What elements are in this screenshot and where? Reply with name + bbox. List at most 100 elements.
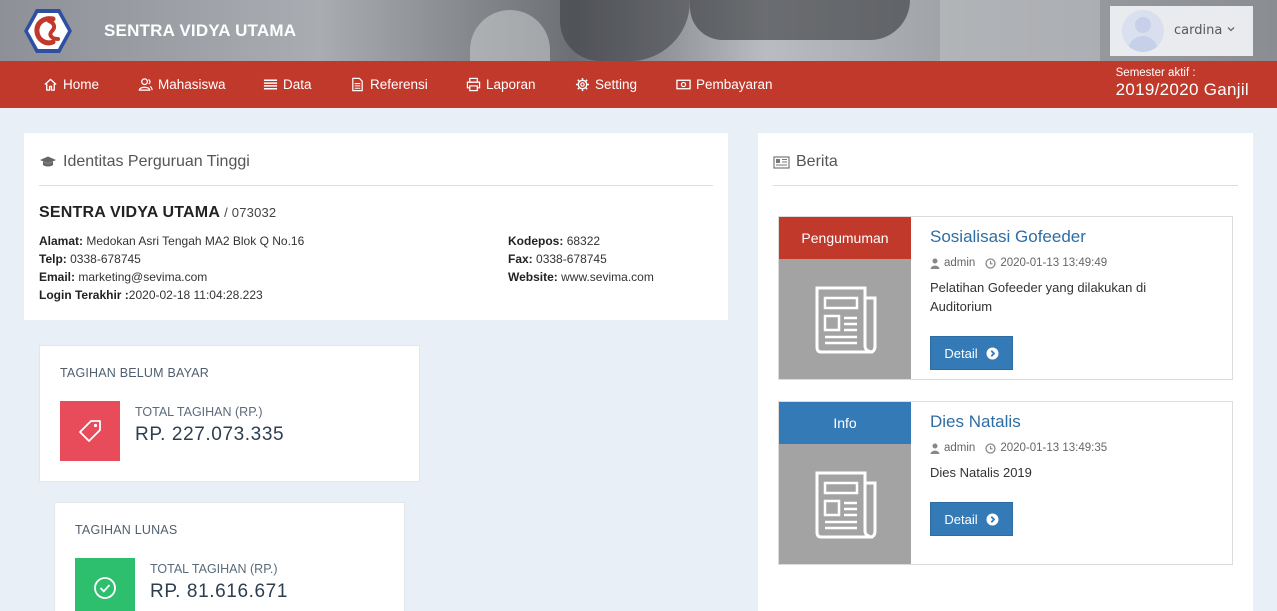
nav-mahasiswa[interactable]: Mahasiswa [138,61,226,108]
money-icon [676,79,691,90]
detail-button-label: Detail [944,511,978,527]
nav-setting[interactable]: Setting [575,61,637,108]
divider [39,185,713,186]
nav-pembayaran[interactable]: Pembayaran [676,61,773,108]
tagihan-belum-title: TAGIHAN BELUM BAYAR [60,366,209,380]
news-category: Info [779,402,911,444]
news-description: Pelatihan Gofeeder yang dilakukan di Aud… [930,280,1147,314]
nav-label: Laporan [486,77,536,92]
institution-name-text: SENTRA VIDYA UTAMA [39,204,220,221]
user-menu[interactable]: cardina [1110,6,1253,56]
telp-row: Telp: 0338-678745 [39,252,141,266]
chevron-circle-right-icon [986,513,999,525]
avatar [1122,10,1164,52]
berita-panel: Berita Pengumuman Sosialisasi Gofeeder a… [758,133,1253,611]
institution-name: SENTRA VIDYA UTAMA / 073032 [39,204,276,222]
clock-icon [985,442,996,454]
news-date: 2020-01-13 13:49:49 [1000,257,1108,269]
newspaper-icon [773,155,790,169]
newspaper-icon [815,286,877,354]
news-date: 2020-01-13 13:49:35 [1000,442,1108,454]
gear-icon [575,77,590,92]
news-author: admin [944,442,976,454]
website-value: www.sevima.com [561,270,654,284]
chevron-down-icon [1227,27,1235,32]
nav-label: Referensi [370,77,428,92]
detail-button[interactable]: Detail [930,502,1013,536]
email-row: Email: marketing@sevima.com [39,270,207,284]
users-icon [138,78,153,91]
news-author: admin [944,257,976,269]
website-row: Website: www.sevima.com [508,270,654,284]
berita-title-text: Berita [796,153,838,170]
file-icon [352,77,363,92]
tag-icon [60,401,120,461]
fax-label: Fax: [508,252,533,266]
semester-value: 2019/2020 Ganjil [1115,80,1249,99]
nav-home[interactable]: Home [43,61,99,108]
tag-icon-glyph [79,420,101,442]
header-photo-shape [470,10,550,61]
nav-label: Pembayaran [696,77,773,92]
semester-info: Semester aktif : 2019/2020 Ganjil [1116,67,1249,100]
login-row: Login Terakhir :2020-02-18 11:04:28.223 [39,288,263,302]
berita-title: Berita [773,153,838,171]
nav-label: Mahasiswa [158,77,226,92]
main-nav: Home Mahasiswa Data Referensi Laporan Se… [0,61,1277,108]
graduation-cap-icon [40,156,56,167]
header-photo-shape [560,0,690,61]
news-item: Info Dies Natalis admin 2020-01-13 13:49… [778,401,1233,565]
semester-label: Semester aktif : [1115,67,1196,79]
tagihan-lunas-card: TAGIHAN LUNAS TOTAL TAGIHAN (RP.) RP. 81… [54,502,405,611]
kodepos-row: Kodepos: 68322 [508,234,600,248]
divider [773,185,1238,186]
header-bar: SENTRA VIDYA UTAMA cardina [0,0,1277,61]
alamat-value: Medokan Asri Tengah MA2 Blok Q No.16 [86,234,305,248]
news-title[interactable]: Sosialisasi Gofeeder [930,227,1086,247]
avatar-head-shape [1135,17,1151,33]
nav-laporan[interactable]: Laporan [466,61,536,108]
detail-button-label: Detail [944,345,978,361]
website-label: Website: [508,270,558,284]
check-icon [75,558,135,611]
identity-title: Identitas Perguruan Tinggi [39,153,250,171]
clock-icon [985,257,996,269]
nav-referensi[interactable]: Referensi [350,61,428,108]
news-description: Dies Natalis 2019 [930,465,1032,480]
email-label: Email: [39,270,76,284]
news-title[interactable]: Dies Natalis [930,412,1021,432]
header-photo-shape [690,0,910,40]
institution-code: / 073032 [224,205,277,220]
tagihan-lunas-sub: TOTAL TAGIHAN (RP.) [150,562,278,576]
news-meta: admin 2020-01-13 13:49:49 [930,257,1107,269]
alamat-label: Alamat: [39,234,84,248]
nav-label: Setting [595,77,638,92]
tagihan-belum-sub: TOTAL TAGIHAN (RP.) [135,405,263,419]
fax-row: Fax: 0338-678745 [508,252,607,266]
news-thumbnail: Info [779,402,911,564]
home-icon [44,78,57,91]
news-thumbnail: Pengumuman [779,217,911,379]
newspaper-icon [815,471,877,539]
username: cardina [1174,23,1223,38]
check-circle-icon [94,577,116,599]
nav-data[interactable]: Data [263,61,312,108]
identity-title-text: Identitas Perguruan Tinggi [63,153,250,170]
avatar-body-shape [1128,36,1158,52]
nav-label: Home [63,77,100,92]
news-meta: admin 2020-01-13 13:49:35 [930,442,1107,454]
fax-value: 0338-678745 [536,252,607,266]
detail-button[interactable]: Detail [930,336,1013,370]
alamat-row: Alamat: Medokan Asri Tengah MA2 Blok Q N… [39,234,304,248]
tagihan-lunas-value: RP. 81.616.671 [150,581,288,602]
brand-name: SENTRA VIDYA UTAMA [104,21,297,40]
logo-icon[interactable] [22,7,74,55]
news-item: Pengumuman Sosialisasi Gofeeder admin 20… [778,216,1233,380]
kodepos-value: 68322 [566,234,601,248]
list-icon [263,79,278,90]
tagihan-lunas-title: TAGIHAN LUNAS [75,523,178,537]
email-value: marketing@sevima.com [78,270,208,284]
kodepos-label: Kodepos: [508,234,564,248]
news-category: Pengumuman [779,217,911,259]
login-value: 2020-02-18 11:04:28.223 [128,288,263,302]
